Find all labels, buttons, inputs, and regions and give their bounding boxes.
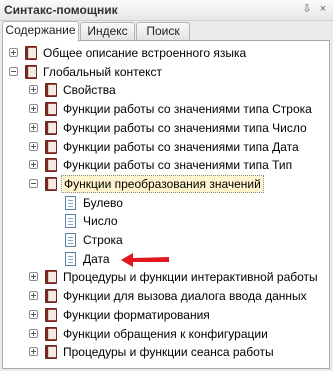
tree-node[interactable]: Функции работы со значениями типа Тип [3,156,329,174]
tree-node-label[interactable]: Функции работы со значениями типа Число [61,120,309,136]
book-icon [25,64,37,79]
tree-node-label[interactable]: Функции работы со значениями типа Дата [61,139,301,155]
tree-node-label[interactable]: Булево [81,195,125,211]
expand-icon[interactable] [29,122,38,132]
tree-node-label[interactable]: Функции обращения к конфигурации [61,326,270,342]
tree-node[interactable]: Функции работы со значениями типа Строка [3,100,329,118]
expand-icon[interactable] [29,272,38,282]
book-icon [45,345,57,360]
book-icon [25,46,37,60]
tree-node-label[interactable]: Общее описание встроенного языка [41,45,248,61]
arrow-shape [121,253,169,267]
tab-contents[interactable]: Содержание [2,21,79,42]
tree-node-label[interactable]: Функции форматирования [61,307,212,323]
tree-node[interactable]: Процедуры и функции сеанса работы [3,343,329,361]
expand-icon[interactable] [29,309,38,319]
tree-node[interactable]: Функции обращения к конфигурации [3,325,329,343]
close-icon[interactable]: × [316,1,330,17]
book-icon [45,289,57,304]
expand-icon[interactable] [29,160,38,170]
book-icon [45,307,57,322]
red-arrow-annotation [121,253,169,267]
pin-icon[interactable]: ⇩ [300,1,314,17]
tree-node-label[interactable]: Функции для вызова диалога ввода данных [61,288,309,304]
collapse-icon[interactable] [9,66,18,76]
tree-node[interactable]: Свойства [3,81,329,99]
expand-icon[interactable] [29,328,38,338]
book-icon [45,270,57,285]
book-icon [45,139,57,154]
tree-node-label[interactable]: Функции работы со значениями типа Строка [61,101,314,117]
tree-node[interactable]: Общее описание встроенного языка [3,44,329,62]
tab-index[interactable]: Индекс [80,22,135,41]
tree-node[interactable]: Строка [3,231,329,249]
document-icon [65,233,76,247]
tree-node-label[interactable]: Процедуры и функции интерактивной работы [61,269,320,285]
tree-node[interactable]: Число [3,212,329,230]
tree-node-label[interactable]: Процедуры и функции сеанса работы [61,344,276,360]
expand-icon[interactable] [29,141,38,151]
expand-icon[interactable] [9,48,18,57]
tree-node-label[interactable]: Свойства [61,82,118,98]
tree-node[interactable]: Функции для вызова диалога ввода данных [3,287,329,305]
contents-tree[interactable]: Общее описание встроенного языка Глобальн… [3,41,329,368]
book-icon [45,120,57,135]
tree-node[interactable]: Процедуры и функции интерактивной работы [3,268,329,286]
tree-node[interactable]: Глобальный контекст [3,63,329,81]
book-icon [45,176,57,191]
book-icon [45,326,57,341]
expand-icon[interactable] [29,347,38,357]
tree-node[interactable]: Булево [3,194,329,212]
window-title: Синтакс-помощник [4,3,118,17]
document-icon [65,195,76,210]
contents-panel: Общее описание встроенного языка Глобальн… [2,40,330,369]
tree-node-label[interactable]: Дата [81,251,112,267]
tree-node-label[interactable]: Функции работы со значениями типа Тип [61,157,294,173]
collapse-icon[interactable] [29,178,38,188]
expand-icon[interactable] [29,104,38,114]
book-icon [45,102,57,117]
title-bar: Синтакс-помощник ⇩ × [0,0,333,21]
expand-icon[interactable] [29,291,38,301]
expand-icon[interactable] [29,85,38,95]
document-icon [65,214,76,229]
tree-node[interactable]: Функции работы со значениями типа Число [3,119,329,137]
document-icon [65,251,76,266]
tree-node[interactable]: Функции преобразования значений [3,174,329,193]
book-icon [45,158,57,173]
tree-node-label[interactable]: Строка [81,232,125,248]
book-icon [45,83,57,98]
tree-node[interactable]: Функции форматирования [3,306,329,324]
tree-node-label[interactable]: Число [81,213,120,229]
tree-node-label[interactable]: Функции преобразования значений [61,174,264,193]
tab-search[interactable]: Поиск [136,22,190,41]
tree-node[interactable]: Функции работы со значениями типа Дата [3,138,329,156]
tree-node-label[interactable]: Глобальный контекст [41,64,164,80]
